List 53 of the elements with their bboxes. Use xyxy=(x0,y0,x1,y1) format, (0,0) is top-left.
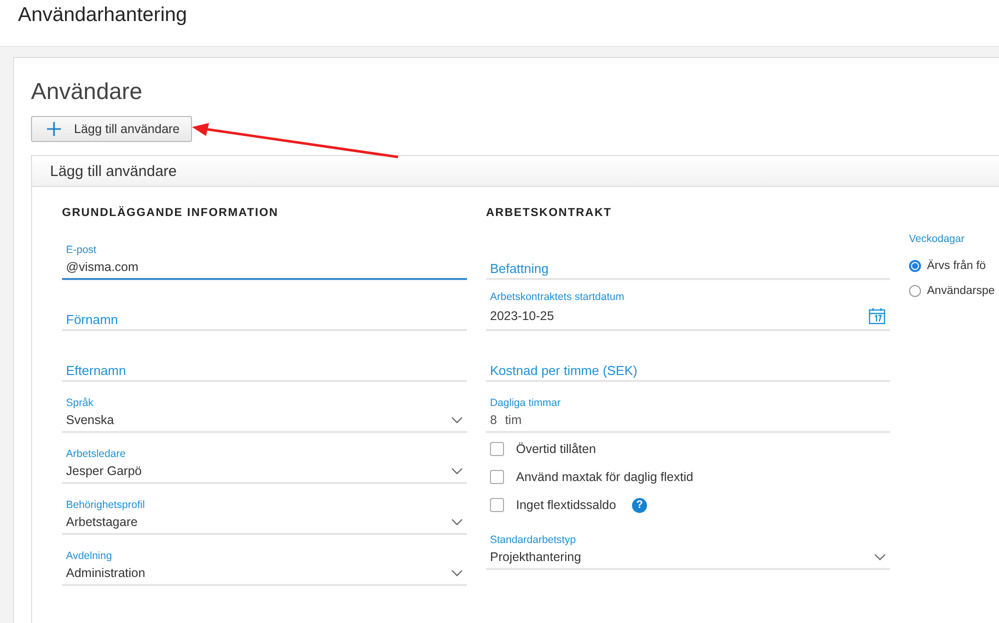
plus-icon xyxy=(46,121,62,137)
field-value: Administration xyxy=(66,566,146,580)
radio-button[interactable] xyxy=(909,260,921,272)
select-field[interactable]: Standardarbetstyp Projekthantering xyxy=(486,519,890,570)
section-title: Användare xyxy=(31,78,144,105)
field-label: Arbetskontraktets startdatum xyxy=(490,291,626,303)
chevron-down-icon xyxy=(874,553,886,561)
radio-label: Användarspe xyxy=(927,284,995,296)
panel-title: Lägg till användare xyxy=(50,162,177,180)
chevron-down-icon xyxy=(451,467,463,475)
field-label: Veckodagar xyxy=(909,233,966,247)
calendar-icon xyxy=(868,307,886,325)
radio-label: Ärvs från fö xyxy=(927,260,986,272)
checkbox[interactable] xyxy=(490,470,504,484)
select-field[interactable]: Behörighetsprofil Arbetstagare xyxy=(62,484,467,535)
text-field[interactable]: Kostnad per timme (SEK) xyxy=(486,363,890,382)
field-label: Standardarbetstyp xyxy=(490,534,577,546)
field-label: Avdelning xyxy=(66,550,113,562)
chevron-down-icon xyxy=(451,416,463,424)
checkbox-label: Använd maxtak för daglig flextid xyxy=(516,470,694,484)
field-label: Arbetsledare xyxy=(66,448,127,460)
text-field[interactable]: Förnamn xyxy=(62,312,467,331)
section-heading: ARBETSKONTRAKT xyxy=(486,207,613,221)
checkbox-label: Inget flextidssaldo xyxy=(516,498,616,512)
checkbox[interactable] xyxy=(490,498,504,512)
field-value: Arbetstagare xyxy=(66,515,138,529)
field-value: Projekthantering xyxy=(490,550,582,564)
field-label: Dagliga timmar xyxy=(490,397,562,409)
date-field[interactable]: Arbetskontraktets startdatum 2023-10-25 xyxy=(486,280,890,331)
field-value: 8 xyxy=(490,413,497,427)
text-field[interactable]: Befattning xyxy=(486,261,890,280)
select-field[interactable]: Avdelning Administration xyxy=(62,535,467,586)
checkbox-label: Övertid tillåten xyxy=(516,442,596,456)
email-field[interactable]: @visma.com xyxy=(62,260,467,280)
field-value: Svenska xyxy=(66,413,114,427)
select-field[interactable]: Språk Svenska xyxy=(62,382,467,433)
radio-button[interactable] xyxy=(909,284,921,296)
field-value: 2023-10-25 xyxy=(490,309,554,323)
field-value: Jesper Garpö xyxy=(66,464,142,478)
hours-field[interactable]: Dagliga timmar 8 tim xyxy=(486,382,890,433)
section-heading: GRUNDLÄGGANDE INFORMATION xyxy=(62,207,280,221)
chevron-down-icon xyxy=(451,518,463,526)
checkbox[interactable] xyxy=(490,442,504,456)
unit-label: tim xyxy=(504,413,522,427)
text-field[interactable]: Efternamn xyxy=(62,363,467,382)
chevron-down-icon xyxy=(451,569,463,577)
field-label: Språk xyxy=(66,397,94,409)
field-label: Behörighetsprofil xyxy=(66,499,146,511)
field-label: E-post xyxy=(65,244,98,256)
help-icon[interactable]: ? xyxy=(632,498,648,512)
add-user-button[interactable]: Lägg till användare xyxy=(31,116,192,142)
page-header-title: Användarhantering xyxy=(18,4,188,26)
select-field[interactable]: Arbetsledare Jesper Garpö xyxy=(62,433,467,484)
